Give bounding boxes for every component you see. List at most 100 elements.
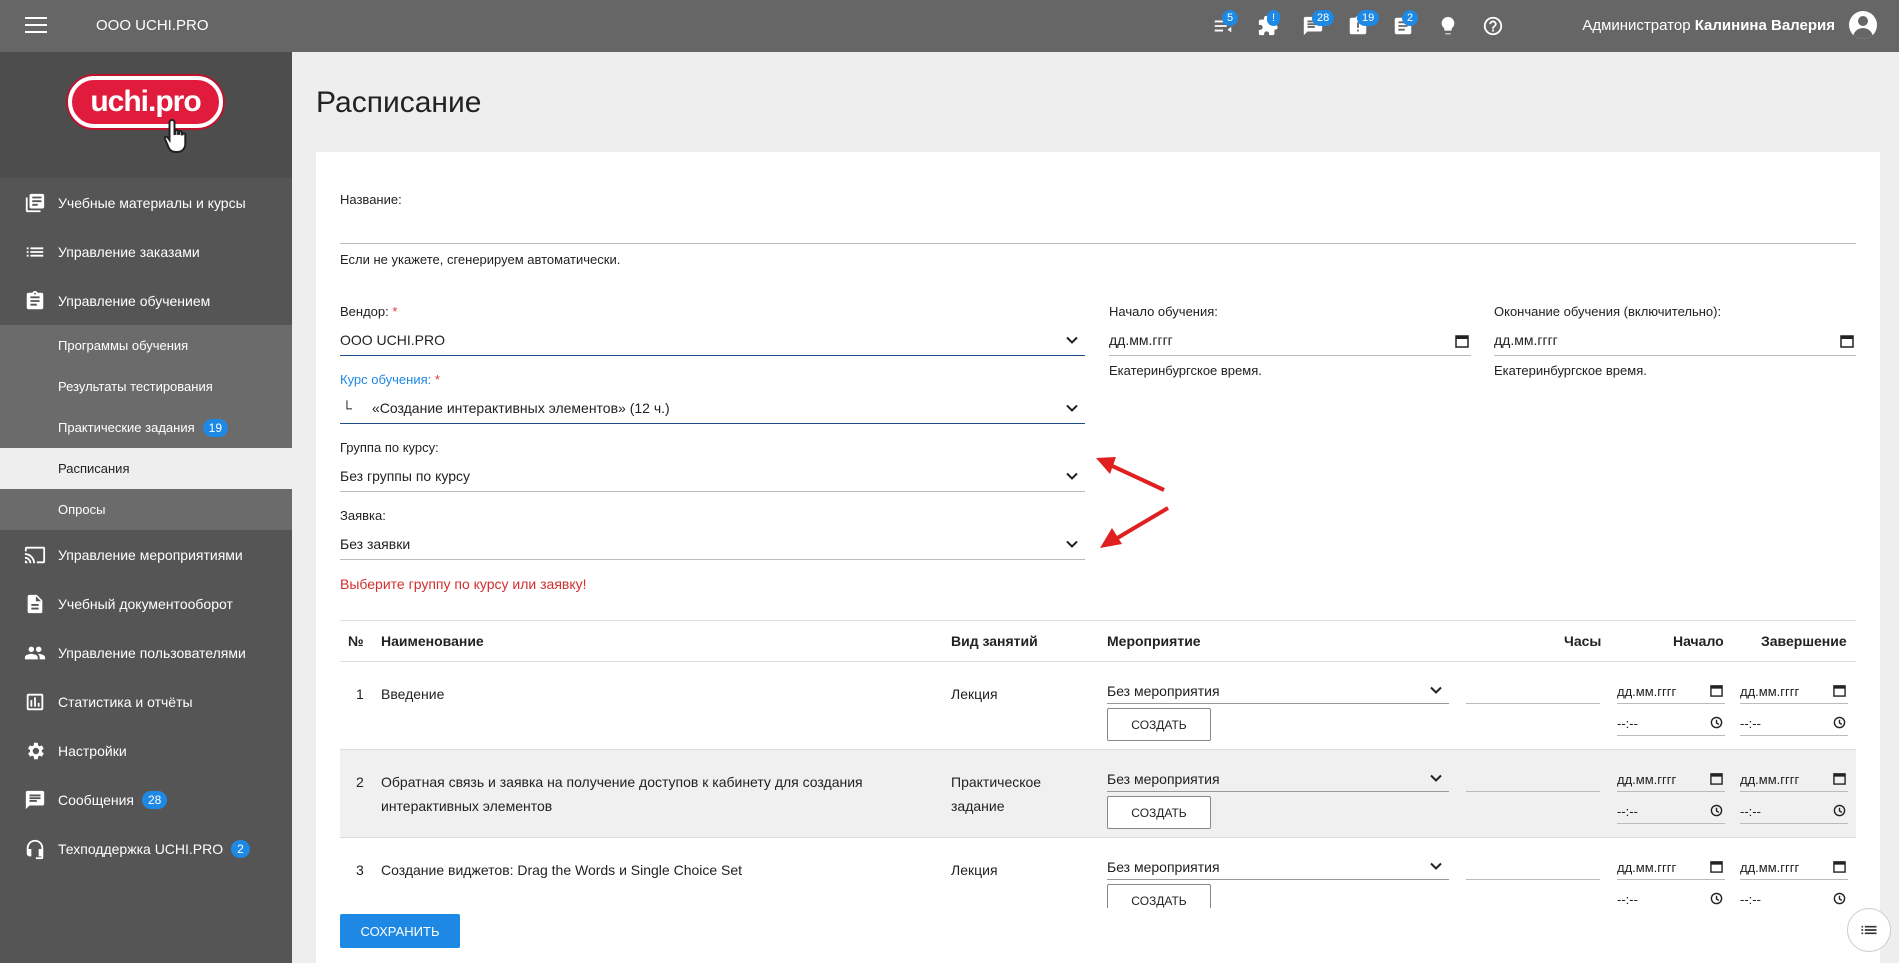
calendar-icon[interactable] xyxy=(1710,860,1723,873)
calendar-icon[interactable] xyxy=(1710,684,1723,697)
calendar-icon[interactable] xyxy=(1833,860,1846,873)
event-select[interactable]: Без мероприятия xyxy=(1107,854,1449,880)
avatar[interactable] xyxy=(1849,11,1877,39)
sidebar-item-documents[interactable]: Учебный документооборот xyxy=(0,579,292,628)
document-icon[interactable]: 2 xyxy=(1380,10,1425,42)
validation-error: Выберите группу по курсу или заявку! xyxy=(340,576,587,592)
people-icon xyxy=(24,646,46,659)
clock-icon[interactable] xyxy=(1833,892,1846,905)
clock-icon[interactable] xyxy=(1710,892,1723,905)
sidebar-item-events[interactable]: Управление мероприятиями xyxy=(0,530,292,579)
end-date-input[interactable]: дд.мм.гггг xyxy=(1494,320,1856,356)
calendar-icon[interactable] xyxy=(1840,334,1854,348)
start-time-input[interactable]: --:-- xyxy=(1617,798,1725,824)
end-time-input[interactable]: --:-- xyxy=(1740,798,1848,824)
request-select[interactable]: Без заявки xyxy=(340,524,1085,560)
sidebar-item-orders[interactable]: Управление заказами xyxy=(0,227,292,276)
list-view-button[interactable] xyxy=(1847,908,1891,952)
logo[interactable]: uchi.pro xyxy=(68,76,223,128)
sidebar-item-materials[interactable]: Учебные материалы и курсы xyxy=(0,178,292,227)
create-event-button[interactable]: СОЗДАТЬ xyxy=(1107,796,1211,829)
time-placeholder: --:-- xyxy=(1740,716,1761,731)
sidebar-item-label: Практические задания xyxy=(58,420,195,435)
vendor-label-text: Вендор: xyxy=(340,304,389,319)
help-icon[interactable] xyxy=(1470,10,1515,42)
row-name: Обратная связь и заявка на получение дос… xyxy=(381,774,863,814)
create-event-button[interactable]: СОЗДАТЬ xyxy=(1107,708,1211,741)
end-date-input[interactable]: дд.мм.гггг xyxy=(1740,766,1848,792)
row-type: Лекция xyxy=(951,686,998,702)
sidebar-item-learning[interactable]: Управление обучением xyxy=(0,276,292,325)
name-field[interactable] xyxy=(340,212,1856,244)
request-value: Без заявки xyxy=(340,536,411,552)
sidebar-item-label: Сообщения xyxy=(58,791,134,808)
chevron-down-icon xyxy=(1066,540,1078,548)
sidebar-item-practical-tasks[interactable]: Практические задания 19 xyxy=(0,407,292,448)
end-time-input[interactable]: --:-- xyxy=(1740,710,1848,736)
hours-input[interactable] xyxy=(1466,678,1600,704)
start-date-input[interactable]: дд.мм.гггг xyxy=(1109,320,1471,356)
clock-icon[interactable] xyxy=(1833,716,1846,729)
puzzle-icon[interactable]: ! xyxy=(1245,10,1290,42)
col-event: Мероприятие xyxy=(1107,633,1201,649)
nav-main-2: Управление мероприятиями Учебный докумен… xyxy=(0,530,292,873)
event-select[interactable]: Без мероприятия xyxy=(1107,766,1449,792)
hours-input[interactable] xyxy=(1466,766,1600,792)
clock-icon[interactable] xyxy=(1710,804,1723,817)
brand-name[interactable]: ООО UCHI.PRO xyxy=(96,17,209,34)
table-row: 1 Введение Лекция Без мероприятия СОЗДАТ… xyxy=(340,662,1856,750)
start-time-input[interactable]: --:-- xyxy=(1617,710,1725,736)
sidebar-item-statistics[interactable]: Статистика и отчёты xyxy=(0,677,292,726)
start-date-input[interactable]: дд.мм.гггг xyxy=(1617,766,1725,792)
sidebar-item-label: Управление мероприятиями xyxy=(58,546,243,563)
list-icon[interactable]: 5 xyxy=(1200,10,1245,42)
list-icon xyxy=(1861,925,1877,935)
save-button[interactable]: СОХРАНИТЬ xyxy=(340,914,460,948)
clock-icon[interactable] xyxy=(1833,804,1846,817)
start-date-placeholder: дд.мм.гггг xyxy=(1109,332,1173,348)
nav-sub-learning: Программы обучения Результаты тестирован… xyxy=(0,325,292,530)
start-time-input[interactable]: --:-- xyxy=(1617,886,1725,908)
calendar-icon[interactable] xyxy=(1833,684,1846,697)
menu-icon[interactable] xyxy=(25,17,47,35)
user-info[interactable]: Администратор Калинина Валерия xyxy=(1582,17,1835,34)
notification-badge: 2 xyxy=(1402,10,1419,26)
end-time-input[interactable]: --:-- xyxy=(1740,886,1848,908)
group-select[interactable]: Без группы по курсу xyxy=(340,456,1085,492)
start-date-input[interactable]: дд.мм.гггг xyxy=(1617,854,1725,880)
tasks-icon[interactable]: 19 xyxy=(1335,10,1380,42)
sidebar-item-settings[interactable]: Настройки xyxy=(0,726,292,775)
course-value: «Создание интерактивных элементов» (12 ч… xyxy=(372,400,670,416)
sidebar-item-support[interactable]: Техподдержка UCHI.PRO 2 xyxy=(0,824,292,873)
chat-icon[interactable]: 28 xyxy=(1290,10,1335,42)
sidebar-item-label: Управление заказами xyxy=(58,243,200,260)
vendor-select[interactable]: ООО UCHI.PRO xyxy=(340,320,1085,356)
date-placeholder: дд.мм.гггг xyxy=(1617,772,1677,787)
end-date-input[interactable]: дд.мм.гггг xyxy=(1740,678,1848,704)
required-mark: * xyxy=(434,372,440,387)
sidebar-item-surveys[interactable]: Опросы xyxy=(0,489,292,530)
sidebar-item-users[interactable]: Управление пользователями xyxy=(0,628,292,677)
event-select[interactable]: Без мероприятия xyxy=(1107,678,1449,704)
time-placeholder: --:-- xyxy=(1617,892,1638,907)
row-num: 3 xyxy=(356,862,364,878)
row-name: Создание виджетов: Drag the Words и Sing… xyxy=(381,862,743,878)
calendar-icon[interactable] xyxy=(1833,772,1846,785)
hours-input[interactable] xyxy=(1466,854,1600,880)
sidebar-item-programs[interactable]: Программы обучения xyxy=(0,325,292,366)
sidebar-item-test-results[interactable]: Результаты тестирования xyxy=(0,366,292,407)
sidebar-item-messages[interactable]: Сообщения 28 xyxy=(0,775,292,824)
create-event-button[interactable]: СОЗДАТЬ xyxy=(1107,884,1211,908)
message-icon xyxy=(25,790,45,809)
col-num: № xyxy=(348,633,364,649)
start-date-input[interactable]: дд.мм.гггг xyxy=(1617,678,1725,704)
lightbulb-icon[interactable] xyxy=(1425,10,1470,42)
sidebar-item-schedules[interactable]: Расписания xyxy=(0,448,292,489)
name-hint: Если не укажете, сгенерируем автоматичес… xyxy=(340,252,621,267)
course-select[interactable]: └ «Создание интерактивных элементов» (12… xyxy=(340,388,1085,424)
row-type: Лекция xyxy=(951,862,998,878)
calendar-icon[interactable] xyxy=(1455,334,1469,348)
clock-icon[interactable] xyxy=(1710,716,1723,729)
calendar-icon[interactable] xyxy=(1710,772,1723,785)
end-date-input[interactable]: дд.мм.гггг xyxy=(1740,854,1848,880)
